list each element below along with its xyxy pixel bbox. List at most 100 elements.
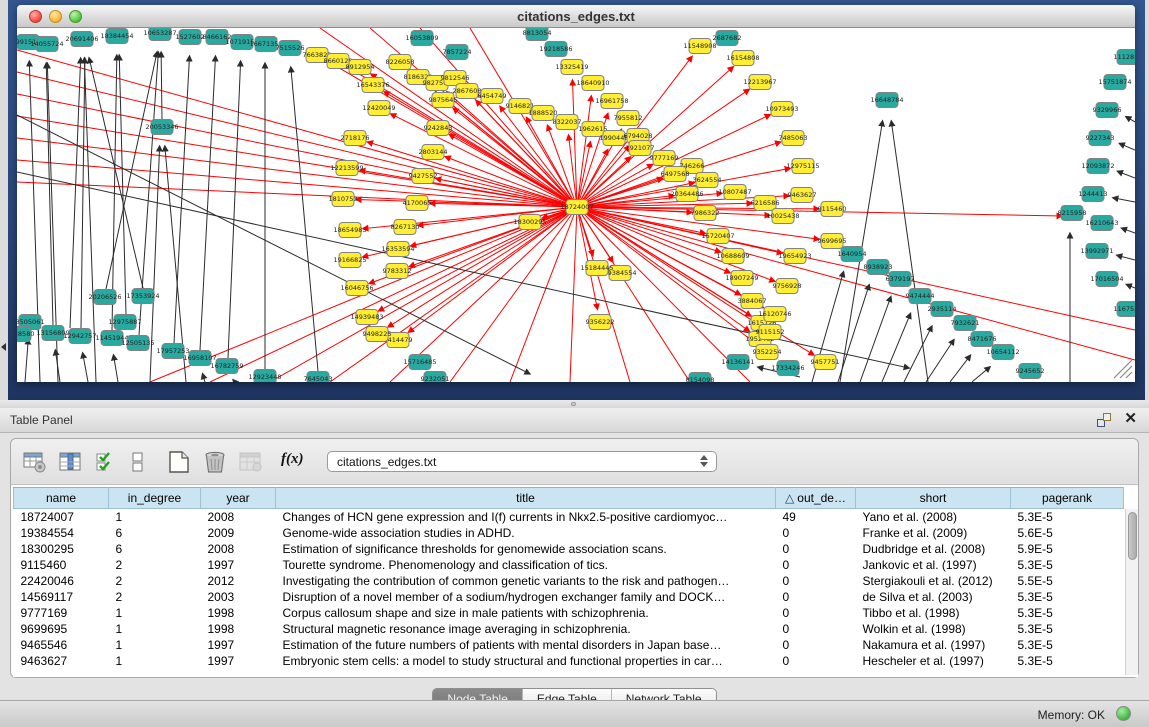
table-scrollbar[interactable] (1125, 509, 1138, 675)
function-builder-icon[interactable]: f(x) (281, 451, 311, 473)
graph-node[interactable]: 16210643 (1085, 216, 1118, 231)
network-graph-canvas[interactable]: 1991515714055724206914061838445410653287… (17, 28, 1135, 382)
row-height-icon[interactable] (131, 451, 145, 473)
graph-node[interactable]: 18384454 (100, 29, 133, 44)
panel-collapse-arrow-icon[interactable] (1, 343, 6, 351)
graph-node[interactable]: 9356222 (586, 315, 615, 330)
table-row[interactable]: 969969511998Structural magnetic resonanc… (14, 621, 1124, 637)
graph-node[interactable]: 20053346 (145, 120, 178, 135)
column-header-year[interactable]: year (201, 488, 276, 509)
graph-node[interactable]: 2687682 (713, 31, 742, 46)
graph-node[interactable]: 9115460 (818, 202, 847, 217)
graph-node[interactable]: 9115152 (756, 325, 785, 340)
graph-node[interactable]: 1810753 (329, 192, 358, 207)
table-row[interactable]: 1456911722003Disruption of a novel membe… (14, 589, 1124, 605)
graph-node[interactable]: 10653287 (143, 28, 176, 41)
graph-node[interactable]: 1112877 (1114, 50, 1135, 65)
table-row[interactable]: 946554611997Estimation of the future num… (14, 637, 1124, 653)
graph-node[interactable]: 9756928 (773, 279, 802, 294)
graph-node[interactable]: 8938923 (864, 260, 893, 275)
graph-node[interactable]: 14136141 (721, 355, 754, 370)
table-row[interactable]: 1938455462009Genome-wide association stu… (14, 525, 1124, 541)
graph-node[interactable]: 1527602 (176, 30, 205, 45)
graph-node[interactable]: 9232051 (421, 372, 450, 383)
column-header-short[interactable]: short (856, 488, 1011, 509)
graph-node[interactable]: 8322037 (553, 115, 582, 130)
graph-node[interactable]: 18907249 (725, 271, 758, 286)
graph-node[interactable]: 8215958 (1058, 206, 1087, 221)
graph-node[interactable]: 7515526 (276, 41, 305, 56)
graph-node[interactable]: 18640910 (576, 76, 609, 91)
table-scrollbar-thumb[interactable] (1128, 512, 1137, 560)
column-header-in_degree[interactable]: in_degree (109, 488, 201, 509)
import-table-icon[interactable] (239, 451, 263, 473)
graph-node[interactable]: 9463627 (788, 188, 817, 203)
graph-node[interactable]: 19166825 (333, 253, 366, 268)
column-header-out_de[interactable]: △out_de… (776, 488, 856, 509)
graph-node[interactable]: 9352254 (753, 345, 782, 360)
graph-node[interactable]: 12420049 (362, 101, 395, 116)
float-panel-icon[interactable] (1097, 413, 1111, 427)
network-table-select[interactable]: citations_edges.txt (327, 451, 717, 472)
graph-node[interactable]: 1244413 (1079, 187, 1108, 202)
graph-node[interactable]: 15751874 (1098, 75, 1131, 90)
graph-node[interactable]: 3624554 (693, 173, 722, 188)
graph-node[interactable]: 1167534 (1114, 302, 1135, 317)
graph-node[interactable]: 7986322 (691, 206, 720, 221)
graph-node[interactable]: 3884067 (738, 294, 767, 309)
graph-node[interactable]: 2718176 (341, 131, 370, 146)
graph-node[interactable]: 4170065 (403, 196, 432, 211)
table-row[interactable]: 1872400712008Changes of HCN gene express… (14, 509, 1124, 525)
resize-grip-icon[interactable] (1114, 360, 1132, 378)
graph-node[interactable]: 9777169 (650, 151, 679, 166)
graph-node[interactable]: 10654112 (986, 345, 1019, 360)
graph-node[interactable]: 9457751 (811, 355, 840, 370)
graph-node[interactable]: 9242843 (424, 121, 453, 136)
graph-node[interactable]: 9699695 (818, 234, 847, 249)
graph-node[interactable]: 18654983 (333, 223, 366, 238)
graph-node[interactable]: 20691406 (65, 32, 98, 47)
column-header-name[interactable]: name (14, 488, 109, 509)
graph-node[interactable]: 12213967 (743, 75, 776, 90)
graph-node[interactable]: 16543376 (356, 78, 389, 93)
graph-node[interactable]: 7955812 (614, 111, 643, 126)
graph-node[interactable]: 17334246 (771, 361, 804, 376)
table-settings-icon[interactable] (23, 451, 47, 473)
graph-node[interactable]: 19218586 (539, 42, 572, 57)
graph-node[interactable]: 2803144 (419, 145, 448, 160)
graph-node[interactable]: 8454749 (478, 89, 507, 104)
graph-node[interactable]: 12093872 (1081, 159, 1114, 174)
graph-node[interactable]: 9329966 (1093, 103, 1122, 118)
graph-node[interactable]: 8912954 (346, 60, 375, 75)
graph-node[interactable]: 1640954 (838, 247, 867, 262)
column-visibility-icon[interactable] (59, 451, 83, 473)
citation-network-graph[interactable]: 1991515714055724206914061838445410653287… (17, 28, 1135, 382)
graph-node[interactable]: 10973493 (765, 102, 798, 117)
graph-node[interactable]: 8813054 (523, 28, 552, 41)
graph-node[interactable]: 15716485 (403, 355, 436, 370)
node-table-grid[interactable]: namein_degreeyeartitle△out_de…shortpager… (13, 487, 1124, 669)
table-row[interactable]: 1830029562008Estimation of significance … (14, 541, 1124, 557)
graph-node[interactable]: 9875645 (429, 93, 458, 108)
graph-node[interactable]: 6497568 (661, 167, 690, 182)
graph-node[interactable]: 9227343 (1086, 131, 1115, 146)
column-header-title[interactable]: title (276, 488, 776, 509)
graph-node[interactable]: 16353594 (381, 242, 414, 257)
graph-node[interactable]: 9783312 (383, 264, 412, 279)
graph-node[interactable]: 8226058 (386, 55, 415, 70)
graph-node[interactable]: 9427552 (409, 169, 438, 184)
graph-node[interactable]: 9474444 (906, 289, 935, 304)
graph-node[interactable]: 17016504 (1090, 272, 1123, 287)
graph-node[interactable]: 6379197 (886, 272, 915, 287)
graph-node[interactable]: 16154808 (726, 51, 759, 66)
split-pane-divider[interactable] (0, 400, 1149, 408)
graph-node[interactable]: 7857224 (443, 45, 472, 60)
graph-node[interactable]: 9245652 (1016, 364, 1045, 379)
graph-node[interactable]: 12923448 (248, 370, 281, 383)
graph-node[interactable]: 2935114 (928, 302, 957, 317)
delete-table-icon[interactable] (203, 451, 227, 473)
graph-node[interactable]: 7485063 (779, 131, 808, 146)
graph-node[interactable]: 12975115 (786, 159, 819, 174)
graph-node[interactable]: 7645043 (304, 372, 333, 383)
graph-node[interactable]: 8471676 (968, 332, 997, 347)
